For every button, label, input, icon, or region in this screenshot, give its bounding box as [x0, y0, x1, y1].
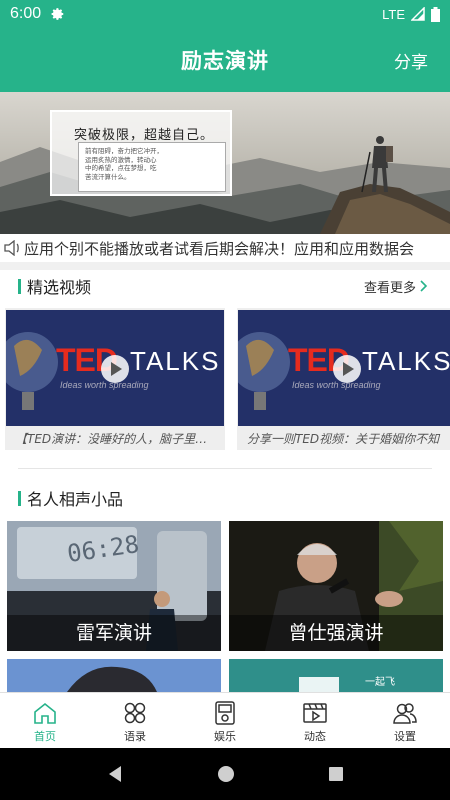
banner-quote-title: 突破极限，超越自己。 [74, 128, 215, 143]
see-more-label: 查看更多 [363, 280, 416, 296]
talks-logo: TALKS [130, 346, 221, 376]
video-caption: 分享一则TED视频：关于婚姻你不知 [247, 432, 440, 446]
featured-section-header: 精选视频 查看更多 [0, 270, 450, 302]
status-time: 6:00 [10, 5, 42, 22]
status-bar: 6:00 LTE [0, 0, 450, 28]
tab-quotes[interactable]: 语录 [90, 693, 180, 748]
home-button-icon[interactable] [217, 765, 235, 783]
bottom-tab-bar: 首页 语录 娱乐 动态 设置 [0, 692, 450, 748]
tab-label: 首页 [34, 730, 56, 743]
speech-tile[interactable]: 一起飞 [229, 659, 443, 692]
speaker-icon [4, 240, 19, 256]
signal-icon [411, 7, 425, 21]
notice-text: 应用个别不能播放或者试看后期会解决！应用和应用数据会 [24, 239, 415, 258]
entertainment-icon [215, 701, 235, 725]
quotes-icon [124, 702, 146, 724]
banner-quote-card: 突破极限，超越自己。 前有阻碍，奋力把它冲开， 运用炙热的激情，转动心 中的希望… [50, 110, 232, 196]
featured-section-title: 精选视频 [27, 278, 92, 297]
see-more-link[interactable]: 查看更多 [364, 277, 428, 296]
banner-quote-body: 前有阻碍，奋力把它冲开， 运用炙热的激情，转动心 中的希望，点在梦想，吃 苦流汗… [78, 142, 226, 192]
section-divider [0, 262, 450, 270]
tile-label: 曾仕强演讲 [229, 615, 443, 651]
section-accent-bar [18, 490, 21, 506]
home-icon [34, 702, 56, 724]
status-icons: LTE [382, 6, 440, 22]
tab-entertainment[interactable]: 娱乐 [180, 693, 270, 748]
tile-overlay-text: 一起飞 [365, 677, 395, 688]
tab-label: 娱乐 [214, 730, 236, 743]
tab-label: 设置 [394, 730, 416, 743]
app-screen: 6:00 LTE 励志演讲 分享 突破极限，超越自己。 前有阻碍，奋力把它冲开，… [0, 0, 450, 800]
speech-tile[interactable]: 06:28 雷军演讲 [7, 521, 221, 651]
banner-quote-line: 前有阻碍，奋力把它冲开， [85, 147, 163, 155]
section-divider-line [18, 468, 432, 469]
tab-home[interactable]: 首页 [0, 693, 90, 748]
back-icon[interactable] [106, 765, 124, 783]
video-card[interactable]: TED TALKS Ideas worth spreading 分享一则TED视… [237, 308, 450, 450]
network-label: LTE [382, 6, 405, 22]
tab-settings[interactable]: 设置 [360, 693, 450, 748]
tile-image [7, 659, 221, 692]
celebrity-section-header: 名人相声小品 [0, 482, 450, 514]
video-caption: 【TED演讲：没睡好的人，脑子里… [15, 432, 208, 446]
gear-icon [51, 8, 64, 20]
tab-label: 语录 [124, 730, 146, 743]
page-title: 励志演讲 [181, 49, 269, 73]
notice-marquee[interactable]: 应用个别不能播放或者试看后期会解决！应用和应用数据会 [0, 234, 450, 262]
speech-tile[interactable] [7, 659, 221, 692]
video-thumbnail: TED TALKS Ideas worth spreading [238, 310, 450, 426]
tab-label: 动态 [304, 730, 326, 743]
banner-carousel[interactable]: 突破极限，超越自己。 前有阻碍，奋力把它冲开， 运用炙热的激情，转动心 中的希望… [0, 92, 450, 234]
banner-quote-line: 苦流汗算什么。 [85, 172, 131, 181]
video-card[interactable]: TED TALKS Ideas worth spreading 【TED演讲：没… [5, 308, 225, 450]
tile-label: 雷军演讲 [7, 615, 221, 651]
video-thumbnail: TED TALKS Ideas worth spreading [6, 310, 224, 426]
system-nav-bar [0, 748, 450, 800]
celebrity-section-title: 名人相声小品 [27, 490, 124, 509]
play-icon[interactable] [100, 354, 130, 384]
banner-quote-line: 运用炙热的激情，转动心 [85, 155, 157, 164]
play-icon[interactable] [332, 354, 362, 384]
section-accent-bar [18, 278, 21, 294]
tab-feed[interactable]: 动态 [270, 693, 360, 748]
tile-image [229, 659, 443, 692]
speech-tile[interactable]: 曾仕强演讲 [229, 521, 443, 651]
app-bar: 励志演讲 分享 [0, 28, 450, 92]
battery-icon [431, 6, 440, 22]
chevron-right-icon [420, 280, 428, 292]
banner-quote-line: 中的希望，点在梦想，吃 [85, 164, 157, 172]
share-button[interactable]: 分享 [394, 48, 428, 73]
settings-icon [393, 703, 417, 724]
recents-icon[interactable] [328, 766, 344, 782]
talks-logo: TALKS [362, 346, 450, 376]
video-icon [303, 703, 327, 723]
